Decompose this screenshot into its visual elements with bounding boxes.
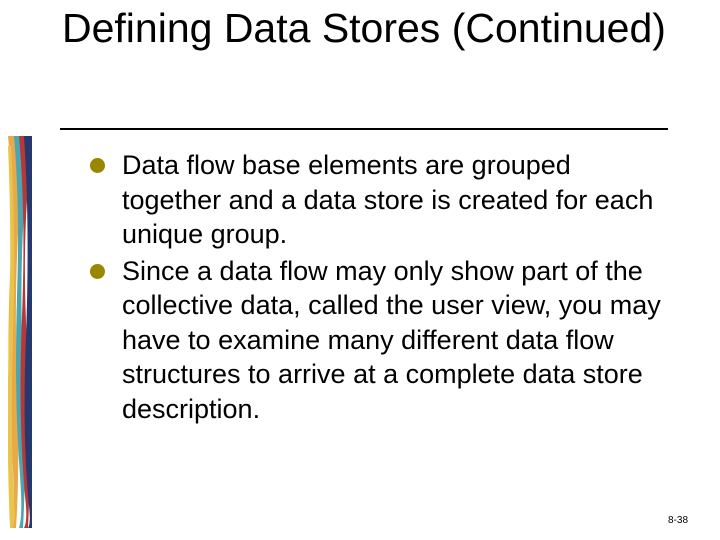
title-underline <box>60 128 668 130</box>
slide-title: Defining Data Stores (Continued) <box>62 6 680 52</box>
decorative-side-strip <box>8 136 32 528</box>
bullet-item: Since a data flow may only show part of … <box>90 254 674 427</box>
bullet-item: Data flow base elements are grouped toge… <box>90 148 674 252</box>
page-number: 8-38 <box>668 515 688 526</box>
body-content: Data flow base elements are grouped toge… <box>90 148 674 428</box>
